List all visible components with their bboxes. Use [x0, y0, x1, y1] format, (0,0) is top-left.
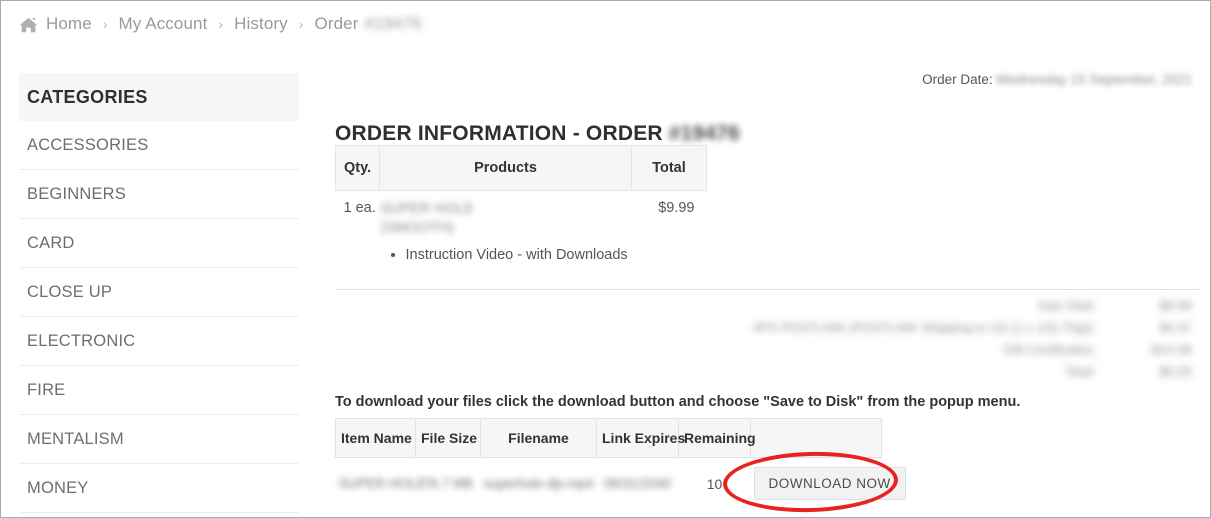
- downloads-col-filename: Filename: [480, 418, 597, 458]
- page-title-text: ORDER INFORMATION - ORDER: [335, 122, 663, 146]
- products-table: Qty. Products Total 1 ea. SUPER HOLE (SM…: [335, 145, 707, 266]
- order-date-value-redacted: Wednesday 15 September, 2021: [995, 72, 1192, 87]
- totals-value-redacted: $9.99: [1159, 298, 1192, 313]
- product-subitems-cell: Instruction Video - with Downloads: [336, 239, 707, 266]
- totals-value-redacted: $4.37: [1159, 320, 1192, 335]
- sidebar-item-mentalism[interactable]: MENTALISM: [19, 415, 299, 464]
- totals-divider: [335, 289, 1201, 290]
- download-remaining: 10: [706, 475, 723, 492]
- download-now-button[interactable]: DOWNLOAD NOW: [753, 467, 906, 501]
- order-date: Order Date: Wednesday 15 September, 2021: [922, 72, 1192, 87]
- downloads-col-action: [750, 418, 882, 458]
- downloads-col-link-expires: Link Expires: [596, 418, 685, 458]
- sidebar-item-beginners[interactable]: BEGINNERS: [19, 170, 299, 219]
- product-subitem-list: Instruction Video - with Downloads: [336, 245, 706, 265]
- product-total: $9.99: [658, 200, 695, 216]
- order-date-label: Order Date:: [922, 72, 993, 87]
- breadcrumb-item-history[interactable]: History: [234, 14, 288, 34]
- sidebar-item-money[interactable]: MONEY: [19, 464, 299, 513]
- page-title-order-number-redacted: #19476: [668, 122, 741, 146]
- sidebar-title: CATEGORIES: [19, 73, 299, 121]
- downloads-col-item-name: Item Name: [335, 418, 416, 458]
- download-filename-redacted: superhole-djv.mp4: [483, 476, 594, 492]
- product-name-cell: SUPER HOLE (SMOOTH): [380, 191, 632, 240]
- product-name-redacted-line2: (SMOOTH): [380, 220, 454, 236]
- downloads-col-remaining: Remaining: [678, 418, 756, 458]
- download-action-cell: DOWNLOAD NOW: [751, 458, 906, 510]
- products-col-products: Products: [379, 145, 632, 191]
- sidebar-item-accessories[interactable]: ACCESSORIES: [19, 121, 299, 170]
- breadcrumb: Home › My Account › History › Order #194…: [19, 14, 422, 34]
- sidebar-item-electronic[interactable]: ELECTRONIC: [19, 317, 299, 366]
- totals-row-gift-certificates: Gift Certificates: -$14.36: [672, 339, 1192, 361]
- sidebar-item-fire[interactable]: FIRE: [19, 366, 299, 415]
- breadcrumb-item-order: Order: [314, 14, 359, 33]
- breadcrumb-separator: ›: [298, 16, 304, 32]
- breadcrumb-order-number-redacted: #19476: [364, 14, 422, 33]
- product-subitems-row: Instruction Video - with Downloads: [336, 239, 707, 266]
- download-instructions: To download your files click the downloa…: [335, 394, 1021, 410]
- totals-value-redacted: -$14.36: [1147, 342, 1192, 357]
- categories-sidebar: CATEGORIES ACCESSORIES BEGINNERS CARD CL…: [19, 73, 299, 513]
- products-col-total: Total: [631, 145, 707, 191]
- product-qty: 1 ea.: [343, 200, 376, 216]
- totals-row-subtotal: Sub-Total: $9.99: [672, 295, 1192, 317]
- order-totals: Sub-Total: $9.99 4PX POSTLINK (POSTLINK …: [672, 295, 1192, 383]
- table-row: SUPER HOLE 76.7 MB superhole-djv.mp4 08/…: [336, 458, 906, 510]
- sidebar-item-close-up[interactable]: CLOSE UP: [19, 268, 299, 317]
- products-col-qty: Qty.: [335, 145, 380, 191]
- totals-label-redacted: 4PX POSTLINK (POSTLINK Shipping to US (1…: [752, 320, 1096, 335]
- home-icon[interactable]: [19, 17, 38, 33]
- breadcrumb-separator: ›: [218, 16, 224, 32]
- breadcrumb-item-my-account[interactable]: My Account: [119, 14, 208, 34]
- order-information-page: Home › My Account › History › Order #194…: [0, 0, 1211, 518]
- list-item: Instruction Video - with Downloads: [406, 245, 706, 265]
- table-row: 1 ea. SUPER HOLE (SMOOTH) $9.99: [336, 191, 707, 240]
- downloads-table-header-row: Item Name File Size Filename Link Expire…: [335, 418, 882, 458]
- totals-label-redacted: Total:: [1064, 364, 1096, 379]
- download-link-expires-redacted: 08/31/2040: [603, 476, 672, 492]
- page-title: ORDER INFORMATION - ORDER #19476: [335, 122, 740, 146]
- totals-row-shipping: 4PX POSTLINK (POSTLINK Shipping to US (1…: [672, 317, 1192, 339]
- product-name-redacted-line1: SUPER HOLE: [380, 201, 474, 217]
- breadcrumb-item-home[interactable]: Home: [46, 14, 92, 34]
- sidebar-item-card[interactable]: CARD: [19, 219, 299, 268]
- downloads-table: Item Name File Size Filename Link Expire…: [335, 418, 906, 510]
- totals-label-redacted: Sub-Total:: [1037, 298, 1096, 313]
- totals-label-redacted: Gift Certificates:: [1003, 342, 1096, 357]
- totals-row-total: Total: $0.00: [672, 361, 1192, 383]
- totals-value-redacted: $0.00: [1159, 364, 1192, 379]
- downloads-col-file-size: File Size: [415, 418, 481, 458]
- breadcrumb-separator: ›: [102, 16, 108, 32]
- download-file-size-redacted: 76.7 MB: [422, 476, 474, 492]
- download-item-name-redacted: SUPER HOLE: [338, 476, 426, 492]
- products-table-header-row: Qty. Products Total: [335, 145, 707, 191]
